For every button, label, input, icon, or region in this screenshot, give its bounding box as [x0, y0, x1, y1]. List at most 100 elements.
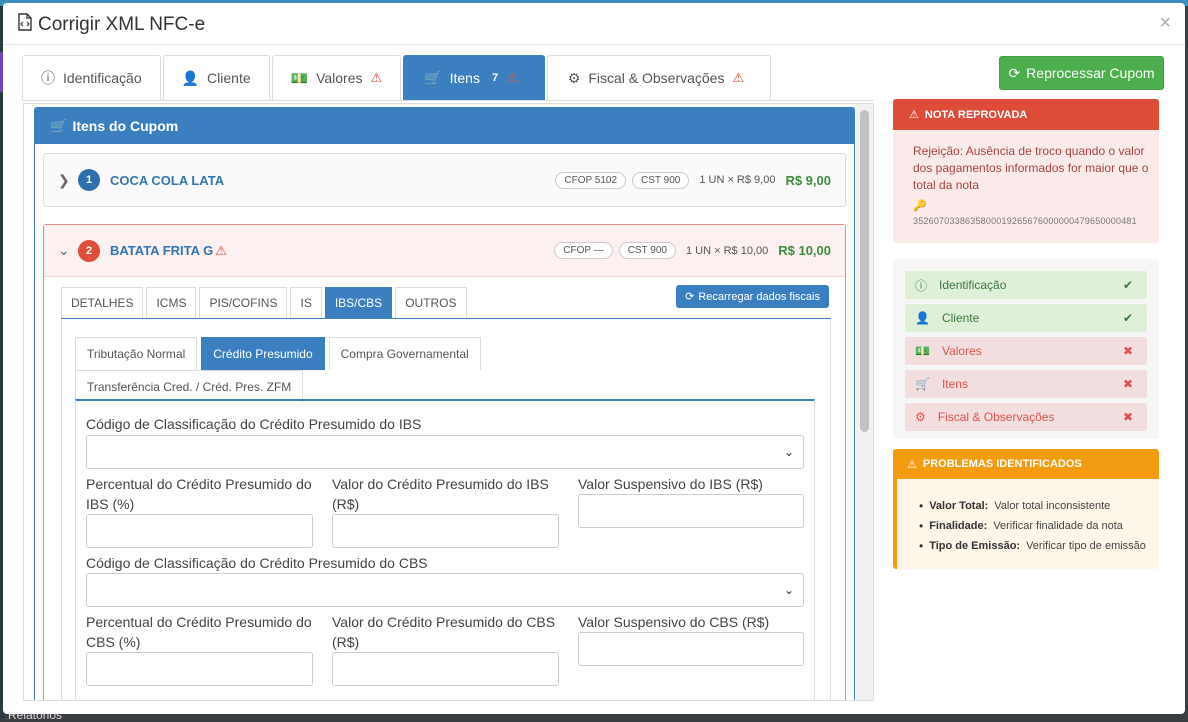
cbs-value-input[interactable] — [332, 652, 559, 686]
status-identificacao[interactable]: ⓘ Identificação ✔ — [905, 271, 1147, 299]
problem-item: Tipo de Emissão: Verificar tipo de emiss… — [919, 536, 1146, 556]
label-line: (R$) — [332, 634, 360, 650]
chevron-down-icon: ⌄ — [783, 445, 794, 459]
check-icon: ✔ — [1122, 278, 1133, 292]
status-label: Fiscal & Observações — [937, 410, 1055, 424]
ibs-susp-input[interactable] — [578, 494, 804, 528]
status-panel: ⓘ Identificação ✔ 👤 Cliente ✔ 💵 Valores … — [893, 259, 1159, 439]
item-qty: 1 UN × R$ 10,00 — [685, 244, 769, 257]
problem-text: Valor total inconsistente — [994, 500, 1111, 512]
problem-item: Valor Total: Valor total inconsistente — [919, 496, 1146, 516]
chevron-right-icon[interactable]: ❯ — [58, 172, 78, 189]
item-price: R$ 10,00 — [778, 243, 831, 258]
modal-title-text: Corrigir XML NFC-e — [38, 14, 206, 35]
tab-fiscal[interactable]: ⚙ Fiscal & Observações ⚠ — [546, 55, 772, 100]
ibs-tabs: Tributação Normal Crédito Presumido Comp… — [75, 337, 815, 403]
reprocess-label: Reprocessar Cupom — [1026, 65, 1155, 81]
reload-fiscal-button[interactable]: ⟳ Recarregar dados fiscais — [676, 285, 829, 308]
ibs-tab-compra-governamental[interactable]: Compra Governamental — [328, 337, 481, 370]
problem-text: Verificar finalidade da nota — [993, 520, 1123, 532]
cfop-pill: CFOP — — [554, 242, 613, 259]
warning-icon: ⚠ — [370, 70, 383, 85]
info-circle-icon: ⓘ — [915, 278, 928, 293]
ibs-tab-tributacao-normal[interactable]: Tributação Normal — [75, 337, 198, 370]
cogs-icon: ⚙ — [915, 410, 926, 424]
status-label: Itens — [941, 377, 968, 391]
sub-tab-pis-cofins[interactable]: PIS/COFINS — [199, 287, 288, 318]
pane-scrollbar[interactable] — [856, 104, 873, 700]
cbs-percent-input[interactable] — [86, 652, 313, 686]
tab-label: Valores — [316, 70, 363, 86]
credito-presumido-form: Código de Classificação do Crédito Presu… — [75, 399, 815, 700]
label-line: CBS (%) — [86, 634, 141, 650]
item-row[interactable]: ⌄ 2 BATATA FRITA G ⚠ CFOP — CST 900 1 UN… — [44, 225, 845, 277]
problems-title: PROBLEMAS IDENTIFICADOS — [922, 458, 1082, 470]
close-icon[interactable]: × — [1159, 12, 1171, 35]
reject-header: ⚠ NOTA REPROVADA — [893, 99, 1159, 130]
cfop-pill: CFOP 5102 — [555, 171, 627, 189]
chevron-down-icon: ⌄ — [783, 583, 794, 597]
tab-label: Itens — [449, 70, 480, 86]
cbs-class-select[interactable]: ⌄ — [86, 573, 804, 607]
scrollbar-thumb[interactable] — [860, 110, 869, 432]
file-code-icon — [17, 13, 33, 37]
item-card[interactable]: ❯ 1 COCA COLA LATA CFOP 5102 CST 900 1 U… — [43, 153, 846, 207]
ibs-percent-label: Percentual do Crédito Presumido do IBS (… — [86, 474, 312, 514]
cbs-class-label: Código de Classificação do Crédito Presu… — [86, 555, 428, 571]
reject-title: NOTA REPROVADA — [924, 108, 1028, 121]
status-valores[interactable]: 💵 Valores ✖ — [905, 337, 1147, 365]
problem-key: Tipo de Emissão: — [929, 540, 1021, 552]
sub-tab-ibs-cbs[interactable]: IBS/CBS — [324, 287, 393, 318]
label-line: Valor do Crédito Presumido do CBS — [332, 614, 556, 630]
sub-tab-detalhes[interactable]: DETALHES — [61, 287, 144, 318]
items-header-title: Itens do Cupom — [72, 118, 179, 134]
status-itens[interactable]: 🛒 Itens ✖ — [905, 370, 1147, 398]
money-icon: 💵 — [290, 69, 309, 86]
user-icon: 👤 — [181, 69, 200, 86]
item-index-badge: 2 — [78, 239, 100, 262]
warning-icon: ⚠ — [215, 242, 227, 258]
status-cliente[interactable]: 👤 Cliente ✔ — [905, 304, 1147, 332]
problems-list: Valor Total: Valor total inconsistente F… — [919, 496, 1146, 556]
ibs-value-input[interactable] — [332, 514, 559, 548]
tab-cliente[interactable]: 👤 Cliente — [162, 55, 270, 100]
ibs-class-label: Código de Classificação do Crédito Presu… — [86, 416, 422, 432]
status-label: Valores — [941, 344, 982, 358]
ibs-class-select[interactable]: ⌄ — [86, 435, 804, 469]
reject-panel: ⚠ NOTA REPROVADA Rejeição: Ausência de t… — [893, 99, 1159, 243]
status-fiscal[interactable]: ⚙ Fiscal & Observações ✖ — [905, 403, 1147, 431]
sub-tab-icms[interactable]: ICMS — [146, 287, 197, 318]
cbs-percent-label: Percentual do Crédito Presumido do CBS (… — [86, 612, 312, 652]
chevron-down-icon[interactable]: ⌄ — [58, 242, 78, 259]
warning-icon: ⚠ — [506, 70, 518, 85]
sub-tab-is[interactable]: IS — [290, 287, 322, 318]
item-name: BATATA FRITA G — [110, 243, 214, 258]
ibs-percent-input[interactable] — [86, 514, 313, 548]
item-card-error: ⌄ 2 BATATA FRITA G ⚠ CFOP — CST 900 1 UN… — [43, 224, 846, 700]
cogs-icon: ⚙ — [567, 69, 581, 86]
problems-panel: ⚠ PROBLEMAS IDENTIFICADOS Valor Total: V… — [893, 449, 1159, 569]
money-icon: 💵 — [915, 344, 930, 358]
cbs-susp-input[interactable] — [578, 632, 804, 666]
sub-tab-outros[interactable]: OUTROS — [395, 287, 467, 318]
tab-identificacao[interactable]: ⓘ Identificação — [22, 55, 161, 100]
items-box: 🛒 Itens do Cupom ❯ 1 COCA COLA LATA CFOP… — [34, 107, 855, 700]
main-tabs: ⓘ Identificação 👤 Cliente 💵 Valores ⚠ 🛒 … — [22, 55, 873, 101]
item-name: COCA COLA LATA — [110, 172, 225, 188]
refresh-icon: ⟳ — [685, 291, 695, 303]
tab-label: Fiscal & Observações — [588, 70, 725, 86]
ibs-tab-credito-presumido[interactable]: Crédito Presumido — [201, 337, 325, 370]
modal-header: Corrigir XML NFC-e × — [3, 3, 1185, 45]
items-pane: 🛒 Itens do Cupom ❯ 1 COCA COLA LATA CFOP… — [23, 103, 874, 701]
info-circle-icon: ⓘ — [41, 70, 55, 86]
cart-icon: 🛒 — [915, 377, 930, 391]
reprocess-button[interactable]: ⟳ Reprocessar Cupom — [999, 56, 1164, 90]
item-row[interactable]: ❯ 1 COCA COLA LATA CFOP 5102 CST 900 1 U… — [44, 154, 845, 206]
status-label: Identificação — [939, 278, 1007, 292]
item-qty: 1 UN × R$ 9,00 — [699, 174, 776, 186]
modal-title: Corrigir XML NFC-e — [17, 13, 205, 37]
warning-icon: ⚠ — [909, 109, 919, 121]
tab-valores[interactable]: 💵 Valores ⚠ — [271, 55, 402, 100]
tab-itens[interactable]: 🛒 Itens 7 ⚠ — [403, 55, 545, 100]
ibs-susp-label: Valor Suspensivo do IBS (R$) — [578, 476, 763, 492]
